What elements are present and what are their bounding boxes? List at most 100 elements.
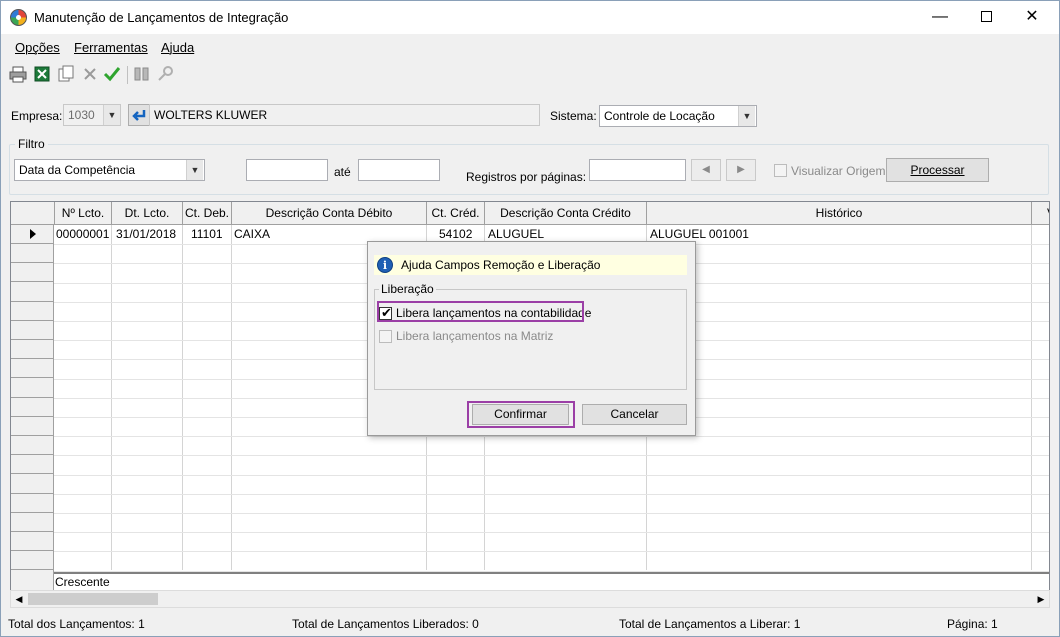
empresa-label: Empresa: [11, 109, 63, 123]
grid-row-line [54, 455, 1049, 457]
row-indicator[interactable] [11, 340, 54, 360]
row-indicator[interactable] [11, 398, 54, 417]
filtro-legend: Filtro [15, 137, 48, 151]
info-banner: i Ajuda Campos Remoção e Liberação [374, 255, 687, 275]
registros-input[interactable] [589, 159, 686, 181]
row-indicator[interactable] [11, 436, 54, 456]
grid-row-line [54, 513, 1049, 514]
horizontal-scrollbar[interactable]: ◀ ▶ [10, 590, 1050, 608]
printer-icon[interactable] [9, 65, 27, 83]
cell-ct-deb[interactable]: 11101 [191, 227, 223, 241]
scroll-right-icon[interactable]: ▶ [1033, 591, 1049, 607]
next-page-button[interactable]: ▶ [726, 159, 756, 181]
row-indicator[interactable] [11, 513, 54, 532]
col-header-ct-deb[interactable]: Ct. Deb. [183, 202, 232, 225]
row-indicator[interactable] [11, 475, 54, 494]
grid-footer-sort: Crescente [55, 575, 110, 589]
empresa-code-value: 1030 [68, 108, 95, 122]
visualizar-origem-label: Visualizar Origem [791, 164, 886, 178]
empresa-name-value: WOLTERS KLUWER [154, 108, 268, 122]
col-header-desc-debito[interactable]: Descrição Conta Débito [232, 202, 427, 225]
processar-button[interactable]: Processar [886, 158, 989, 182]
grid-header: Nº Lcto. Dt. Lcto. Ct. Deb. Descrição Co… [11, 202, 1049, 225]
row-indicator[interactable] [11, 321, 54, 340]
col-header-num-lcto[interactable]: Nº Lcto. [55, 202, 112, 225]
title-bar: Manutenção de Lançamentos de Integração … [1, 1, 1059, 34]
col-header-ct-cred[interactable]: Ct. Créd. [427, 202, 485, 225]
col-header-v[interactable]: V [1032, 202, 1049, 225]
row-indicator[interactable] [11, 417, 54, 436]
scroll-left-icon[interactable]: ◀ [11, 591, 27, 607]
grid-row-line [54, 493, 1049, 495]
cancelar-button[interactable]: Cancelar [582, 404, 687, 425]
app-logo-icon [10, 9, 27, 26]
col-header-desc-credito[interactable]: Descrição Conta Crédito [485, 202, 647, 225]
main-window: Manutenção de Lançamentos de Integração … [0, 0, 1060, 637]
filtro-tipo-select[interactable]: Data da Competência ▼ [14, 159, 205, 181]
col-header-historico[interactable]: Histórico [647, 202, 1032, 225]
ate-label: até [334, 165, 351, 179]
status-total-lancamentos: Total dos Lançamentos: 1 [8, 617, 145, 631]
close-button[interactable]: ✕ [1009, 1, 1055, 33]
prev-page-button[interactable]: ◀ [691, 159, 721, 181]
minimize-button[interactable]: — [917, 1, 963, 33]
grid-row-line [54, 551, 1049, 553]
delete-x-icon[interactable] [81, 65, 99, 83]
highlight-box-option [377, 301, 584, 322]
chevron-down-icon: ▼ [738, 106, 755, 126]
copy-icon[interactable] [57, 65, 75, 83]
highlight-box-confirm [467, 401, 575, 428]
row-indicator[interactable] [11, 359, 54, 379]
row-indicator[interactable] [11, 244, 54, 264]
row-indicator[interactable] [11, 455, 54, 475]
grid-row-line [54, 474, 1049, 476]
data-fim-input[interactable] [358, 159, 440, 181]
cell-ct-cred[interactable]: 54102 [439, 227, 472, 241]
data-inicio-input[interactable] [246, 159, 328, 181]
confirm-check-icon[interactable] [103, 65, 121, 83]
scroll-thumb[interactable] [28, 593, 158, 605]
cell-num-lcto[interactable]: 00000001 [56, 227, 109, 241]
row-indicator[interactable] [11, 532, 54, 552]
maximize-button[interactable] [963, 1, 1009, 33]
info-icon: i [377, 257, 393, 273]
row-indicator[interactable] [11, 494, 54, 513]
status-bar: Total dos Lançamentos: 1 Total de Lançam… [1, 611, 1059, 636]
row-indicator[interactable] [11, 283, 54, 302]
row-indicator[interactable] [11, 263, 54, 283]
info-banner-text: Ajuda Campos Remoção e Liberação [401, 258, 601, 272]
status-total-liberados: Total de Lançamentos Liberados: 0 [292, 617, 479, 631]
chevron-down-icon: ▼ [103, 105, 120, 125]
menu-opcoes[interactable]: Opções [15, 40, 60, 55]
empresa-lookup-button[interactable] [128, 104, 150, 126]
visualizar-origem-checkbox[interactable] [774, 164, 787, 177]
libera-matriz-checkbox[interactable] [379, 330, 392, 343]
cell-desc-credito[interactable]: ALUGUEL [488, 227, 544, 241]
search-key-icon[interactable] [157, 65, 175, 83]
menu-ajuda[interactable]: Ajuda [161, 40, 194, 55]
chevron-down-icon: ▼ [186, 160, 203, 180]
empresa-code-combo: 1030 ▼ [63, 104, 121, 126]
toolbar [1, 63, 1059, 87]
menu-bar: Opções Ferramentas Ajuda [1, 37, 1059, 57]
menu-ferramentas[interactable]: Ferramentas [74, 40, 148, 55]
row-indicator[interactable] [11, 551, 54, 571]
cell-desc-debito[interactable]: CAIXA [234, 227, 270, 241]
libera-matriz-label: Libera lançamentos na Matriz [396, 329, 554, 343]
toolbar-separator [127, 66, 128, 84]
excel-export-icon[interactable] [33, 65, 51, 83]
empresa-name-field: WOLTERS KLUWER [149, 104, 540, 126]
return-arrow-icon [132, 110, 146, 121]
columns-icon[interactable] [133, 65, 151, 83]
cell-historico[interactable]: ALUGUEL 001001 [650, 227, 749, 241]
row-indicator[interactable] [11, 379, 54, 398]
filtro-tipo-value: Data da Competência [19, 163, 136, 177]
cell-dt-lcto[interactable]: 31/01/2018 [116, 227, 176, 241]
maximize-icon [980, 11, 992, 22]
status-total-a-liberar: Total de Lançamentos a Liberar: 1 [619, 617, 801, 631]
row-indicator[interactable] [11, 225, 54, 244]
col-header-dt-lcto[interactable]: Dt. Lcto. [112, 202, 183, 225]
sistema-select[interactable]: Controle de Locação ▼ [599, 105, 757, 127]
grid-header-indicator [11, 202, 55, 225]
row-indicator[interactable] [11, 302, 54, 321]
